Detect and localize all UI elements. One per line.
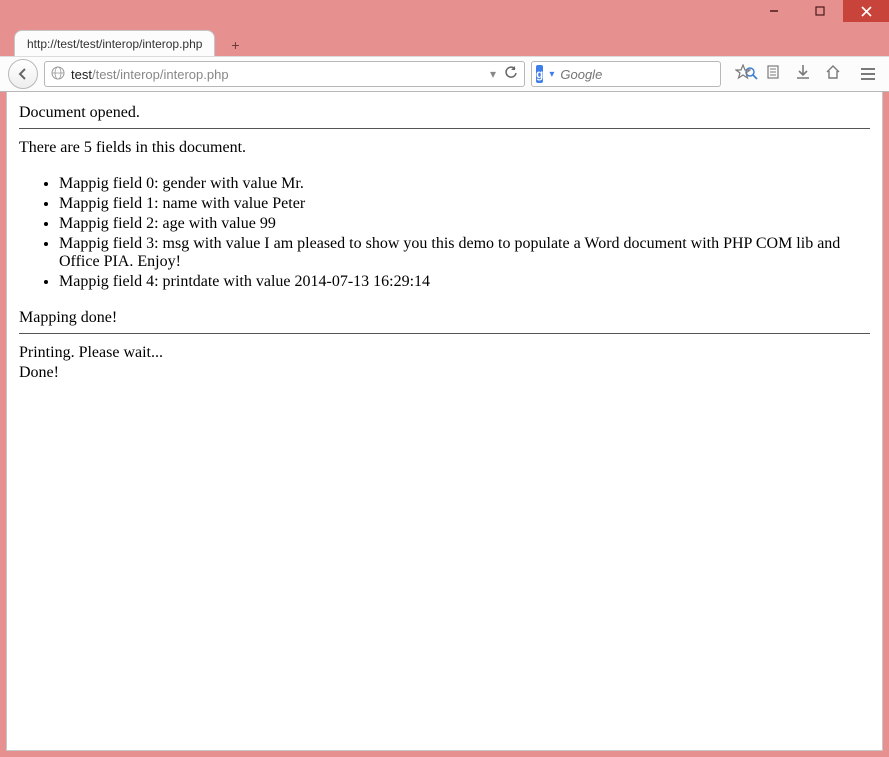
field-list: Mappig field 0: gender with value Mr. Ma… <box>59 175 870 291</box>
menu-button[interactable] <box>855 61 881 87</box>
page-content: Document opened. There are 5 fields in t… <box>6 92 883 751</box>
library-button[interactable] <box>765 64 781 85</box>
hamburger-icon <box>861 68 875 70</box>
maximize-button[interactable] <box>797 0 843 22</box>
arrow-left-icon <box>16 67 30 81</box>
downloads-button[interactable] <box>795 64 811 85</box>
browser-tab[interactable]: http://test/test/interop/interop.php <box>14 30 215 56</box>
dropdown-icon[interactable]: ▾ <box>490 67 496 81</box>
search-bar[interactable]: g ▾ <box>531 61 721 87</box>
search-engine-dropdown[interactable]: ▾ <box>549 69 554 80</box>
tab-title: http://test/test/interop/interop.php <box>27 37 202 51</box>
titlebar <box>0 0 889 26</box>
reload-icon <box>504 66 518 80</box>
url-text: test/test/interop/interop.php <box>71 67 484 82</box>
list-item: Mappig field 0: gender with value Mr. <box>59 175 870 193</box>
download-icon <box>795 64 811 80</box>
new-tab-button[interactable]: + <box>221 34 249 56</box>
maximize-icon <box>815 6 825 16</box>
divider <box>19 128 870 129</box>
home-icon <box>825 64 841 80</box>
url-bar[interactable]: test/test/interop/interop.php ▾ <box>44 61 525 87</box>
nav-toolbar: test/test/interop/interop.php ▾ g ▾ <box>0 56 889 92</box>
search-engine-icon: g <box>536 65 543 83</box>
tab-strip: http://test/test/interop/interop.php + <box>0 26 889 56</box>
reload-button[interactable] <box>504 66 518 83</box>
printing-message: Printing. Please wait... <box>19 344 870 362</box>
close-icon <box>861 6 872 17</box>
opened-message: Document opened. <box>19 104 870 122</box>
minimize-button[interactable] <box>751 0 797 22</box>
divider <box>19 333 870 334</box>
url-host: test <box>71 67 92 82</box>
close-button[interactable] <box>843 0 889 22</box>
search-input[interactable] <box>560 67 738 82</box>
toolbar-icons <box>727 64 849 85</box>
list-item: Mappig field 1: name with value Peter <box>59 195 870 213</box>
bookmark-button[interactable] <box>735 64 751 85</box>
globe-icon <box>51 66 65 83</box>
browser-window: http://test/test/interop/interop.php + t… <box>0 0 889 757</box>
star-icon <box>735 64 751 80</box>
list-item: Mappig field 3: msg with value I am plea… <box>59 235 870 271</box>
home-button[interactable] <box>825 64 841 85</box>
url-path: /test/interop/interop.php <box>92 67 229 82</box>
list-item: Mappig field 4: printdate with value 201… <box>59 273 870 291</box>
back-button[interactable] <box>8 59 38 89</box>
done-message: Done! <box>19 364 870 382</box>
plus-icon: + <box>231 37 239 53</box>
minimize-icon <box>769 6 779 16</box>
clipboard-icon <box>765 64 781 80</box>
mapping-done-message: Mapping done! <box>19 309 870 327</box>
window-controls <box>751 0 889 22</box>
url-controls: ▾ <box>490 66 518 83</box>
field-count-message: There are 5 fields in this document. <box>19 139 870 157</box>
list-item: Mappig field 2: age with value 99 <box>59 215 870 233</box>
